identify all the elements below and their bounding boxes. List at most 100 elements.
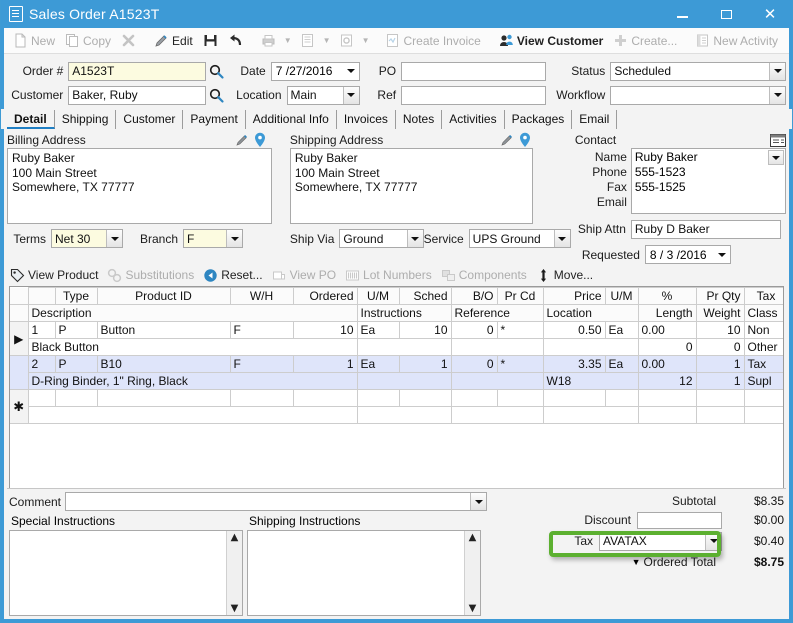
- grid-th-price-um[interactable]: U/M: [604, 287, 639, 305]
- shipping-address-box[interactable]: Ruby Baker 100 Main Street Somewhere, TX…: [289, 148, 533, 224]
- row-2-description[interactable]: D-Ring Binder, 1" Ring, Black: [27, 372, 358, 390]
- grid-th-um[interactable]: U/M: [356, 287, 400, 305]
- new-row-um[interactable]: [356, 389, 400, 407]
- new-row-sched[interactable]: [398, 389, 452, 407]
- tab-invoices[interactable]: Invoices: [337, 110, 396, 129]
- close-button[interactable]: ✕: [748, 0, 792, 28]
- line-items-grid[interactable]: Type Product ID W/H Ordered U/M Sched B/…: [9, 286, 784, 498]
- workflow-dropdown-icon[interactable]: [769, 86, 786, 104]
- row-2-reference[interactable]: [450, 372, 544, 390]
- row-2-marker[interactable]: [10, 355, 29, 390]
- new-row-price-um[interactable]: [604, 389, 639, 407]
- row-1-weight[interactable]: 0: [695, 338, 745, 356]
- comment-combo[interactable]: [65, 492, 487, 511]
- grid-th-type[interactable]: Type: [54, 287, 98, 305]
- location-combo[interactable]: Main: [286, 85, 360, 105]
- undo-button[interactable]: [223, 31, 248, 50]
- copy-button[interactable]: Copy: [60, 31, 116, 50]
- order-search-icon[interactable]: [208, 63, 225, 80]
- new-row-line[interactable]: [27, 389, 56, 407]
- row-1-ordered[interactable]: 10: [292, 321, 358, 339]
- tab-shipping[interactable]: Shipping: [55, 110, 117, 129]
- new-row-reference[interactable]: [450, 406, 544, 424]
- new-row-pr-qty[interactable]: [695, 389, 745, 407]
- row-2-product-id[interactable]: B10: [96, 355, 231, 373]
- row-1-description[interactable]: Black Button: [27, 338, 358, 356]
- row-2-sched[interactable]: 1: [398, 355, 452, 373]
- grid-th-reference[interactable]: Reference: [450, 304, 544, 322]
- billing-edit-pencil-icon[interactable]: [235, 133, 249, 147]
- grid-th-instructions[interactable]: Instructions: [356, 304, 452, 322]
- tab-detail[interactable]: Detail: [7, 110, 55, 129]
- table-row-new-sub[interactable]: [10, 406, 783, 424]
- row-1-line[interactable]: 1: [27, 321, 56, 339]
- new-row-percent[interactable]: [637, 389, 697, 407]
- requested-date-field[interactable]: 8 / 3 /2016: [644, 245, 731, 264]
- comment-dropdown-icon[interactable]: [470, 493, 486, 510]
- row-1-price[interactable]: 0.50: [542, 321, 606, 339]
- tax-dropdown-icon[interactable]: [705, 532, 721, 550]
- move-button[interactable]: Move...: [533, 267, 599, 284]
- grid-th-price[interactable]: Price: [542, 287, 606, 305]
- row-2-price-um[interactable]: Ea: [604, 355, 639, 373]
- row-2-pr-cd[interactable]: *: [496, 355, 544, 373]
- row-2-location[interactable]: W18: [542, 372, 639, 390]
- print-list-button[interactable]: [295, 31, 320, 50]
- row-1-wh[interactable]: F: [229, 321, 294, 339]
- table-row-sub[interactable]: Black Button 0 0 Other: [10, 338, 783, 356]
- print-list-dropdown-caret[interactable]: ▼: [320, 36, 334, 45]
- delete-button[interactable]: [116, 31, 141, 50]
- new-row-class[interactable]: [743, 406, 783, 424]
- status-combo[interactable]: Scheduled: [610, 61, 786, 81]
- row-2-class[interactable]: Supl: [743, 372, 783, 390]
- new-row-instructions[interactable]: [356, 406, 452, 424]
- new-row-location[interactable]: [542, 406, 639, 424]
- row-1-reference[interactable]: [450, 338, 544, 356]
- new-row-length[interactable]: [637, 406, 697, 424]
- row-1-tax[interactable]: Non: [743, 321, 783, 339]
- new-row-ordered[interactable]: [292, 389, 358, 407]
- grid-th-tax[interactable]: Tax: [743, 287, 783, 305]
- row-2-price[interactable]: 3.35: [542, 355, 606, 373]
- grid-th-blank[interactable]: [27, 287, 56, 305]
- contact-info-box[interactable]: Ruby Baker 555-1523 555-1525: [630, 148, 786, 214]
- components-button[interactable]: Components: [438, 267, 533, 284]
- grid-th-percent[interactable]: %: [637, 287, 697, 305]
- contact-list-icon[interactable]: [770, 133, 786, 147]
- ordered-total-expand-icon[interactable]: ▼: [632, 557, 644, 567]
- edit-button[interactable]: Edit: [149, 31, 198, 50]
- ship-attn-input[interactable]: [630, 219, 781, 239]
- save-button[interactable]: [198, 31, 223, 50]
- grid-th-description[interactable]: Description: [27, 304, 358, 322]
- row-2-instructions[interactable]: [356, 372, 452, 390]
- row-1-price-um[interactable]: Ea: [604, 321, 639, 339]
- print-dropdown-caret[interactable]: ▼: [281, 36, 295, 45]
- row-2-length[interactable]: 12: [637, 372, 697, 390]
- table-row[interactable]: 2 P B10 F 1 Ea 1 0 * 3.35 Ea 0.00 1 Tax …: [10, 355, 783, 390]
- grid-th-wh[interactable]: W/H: [229, 287, 294, 305]
- grid-th-weight[interactable]: Weight: [695, 304, 745, 322]
- tab-additional-info[interactable]: Additional Info: [246, 110, 337, 129]
- row-1-pr-qty[interactable]: 10: [695, 321, 745, 339]
- tab-customer[interactable]: Customer: [116, 110, 184, 129]
- date-dropdown-icon[interactable]: [344, 69, 359, 73]
- new-row-type[interactable]: [54, 389, 98, 407]
- row-2-percent[interactable]: 0.00: [637, 355, 697, 373]
- row-2-ordered[interactable]: 1: [292, 355, 358, 373]
- create-button[interactable]: Create...: [608, 31, 682, 50]
- print-button[interactable]: [256, 31, 281, 50]
- grid-th-ordered[interactable]: Ordered: [292, 287, 358, 305]
- row-1-class[interactable]: Other: [743, 338, 783, 356]
- special-instructions-textarea[interactable]: ▲ ▼: [9, 530, 243, 616]
- table-row-new[interactable]: ✱: [10, 389, 783, 424]
- row-current-marker[interactable]: ▶: [10, 321, 29, 356]
- new-row-price[interactable]: [542, 389, 606, 407]
- grid-th-product-id[interactable]: Product ID: [96, 287, 231, 305]
- new-activity-button[interactable]: New Activity: [690, 31, 783, 50]
- reset-button[interactable]: Reset...: [200, 267, 268, 284]
- ship-via-dropdown-icon[interactable]: [406, 230, 423, 247]
- settings-button[interactable]: [334, 31, 359, 50]
- row-1-percent[interactable]: 0.00: [637, 321, 697, 339]
- service-dropdown-icon[interactable]: [553, 230, 570, 247]
- grid-th-sched[interactable]: Sched: [398, 287, 452, 305]
